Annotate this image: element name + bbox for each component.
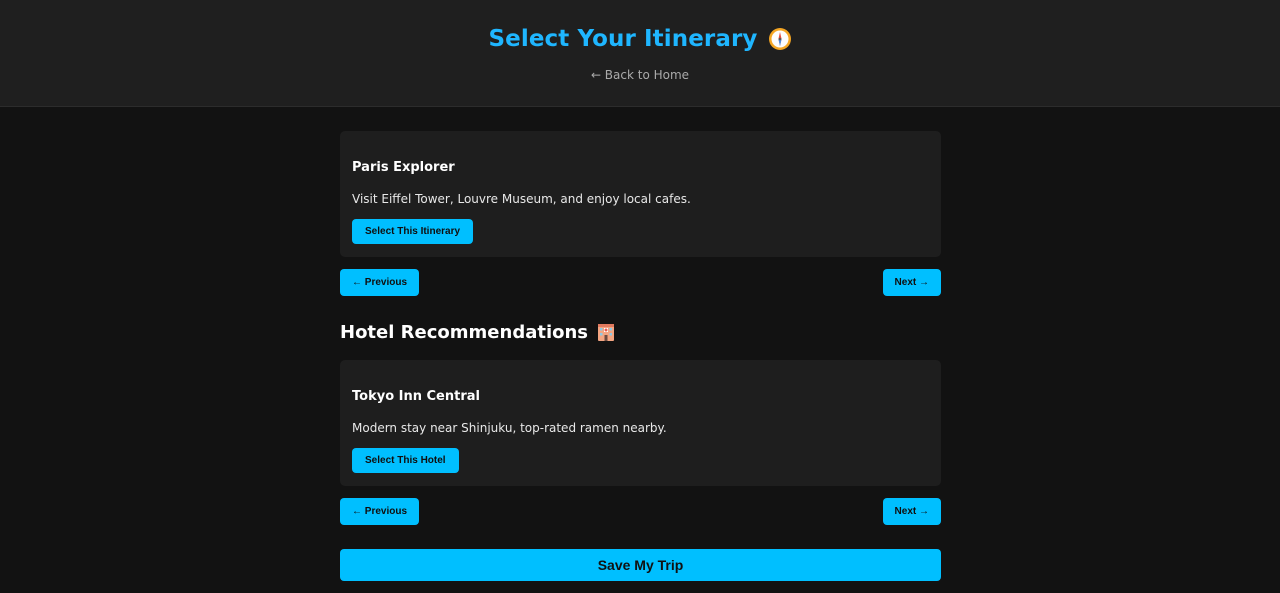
page-title: Select Your Itinerary bbox=[488, 26, 758, 52]
main-content: Paris Explorer Visit Eiffel Tower, Louvr… bbox=[340, 131, 941, 581]
hotel-section-title: Hotel Recommendations bbox=[340, 321, 589, 343]
save-trip-button[interactable]: Save My Trip bbox=[340, 549, 941, 581]
page-title-row: Select Your Itinerary bbox=[0, 26, 1280, 52]
page-header: Select Your Itinerary ← Back to Home bbox=[0, 0, 1280, 107]
hotel-pagination: ← Previous Next → bbox=[340, 498, 941, 525]
itinerary-previous-button[interactable]: ← Previous bbox=[340, 269, 420, 296]
hotel-next-button[interactable]: Next → bbox=[882, 498, 941, 525]
itinerary-card: Paris Explorer Visit Eiffel Tower, Louvr… bbox=[340, 131, 941, 257]
select-hotel-button[interactable]: Select This Hotel bbox=[352, 448, 459, 473]
itinerary-description: Visit Eiffel Tower, Louvre Museum, and e… bbox=[352, 192, 691, 206]
hotel-description: Modern stay near Shinjuku, top-rated ram… bbox=[352, 421, 667, 435]
itinerary-title: Paris Explorer bbox=[352, 160, 455, 175]
itinerary-pagination: ← Previous Next → bbox=[340, 269, 941, 296]
hotel-icon bbox=[596, 322, 616, 342]
compass-icon bbox=[768, 27, 792, 51]
hotel-previous-button[interactable]: ← Previous bbox=[340, 498, 420, 525]
hotel-section-header: Hotel Recommendations bbox=[340, 320, 941, 344]
itinerary-next-button[interactable]: Next → bbox=[882, 269, 941, 296]
hotel-title: Tokyo Inn Central bbox=[352, 389, 480, 404]
hotel-card: Tokyo Inn Central Modern stay near Shinj… bbox=[340, 360, 941, 486]
back-to-home-link[interactable]: ← Back to Home bbox=[0, 68, 1280, 82]
select-itinerary-button[interactable]: Select This Itinerary bbox=[352, 219, 474, 244]
